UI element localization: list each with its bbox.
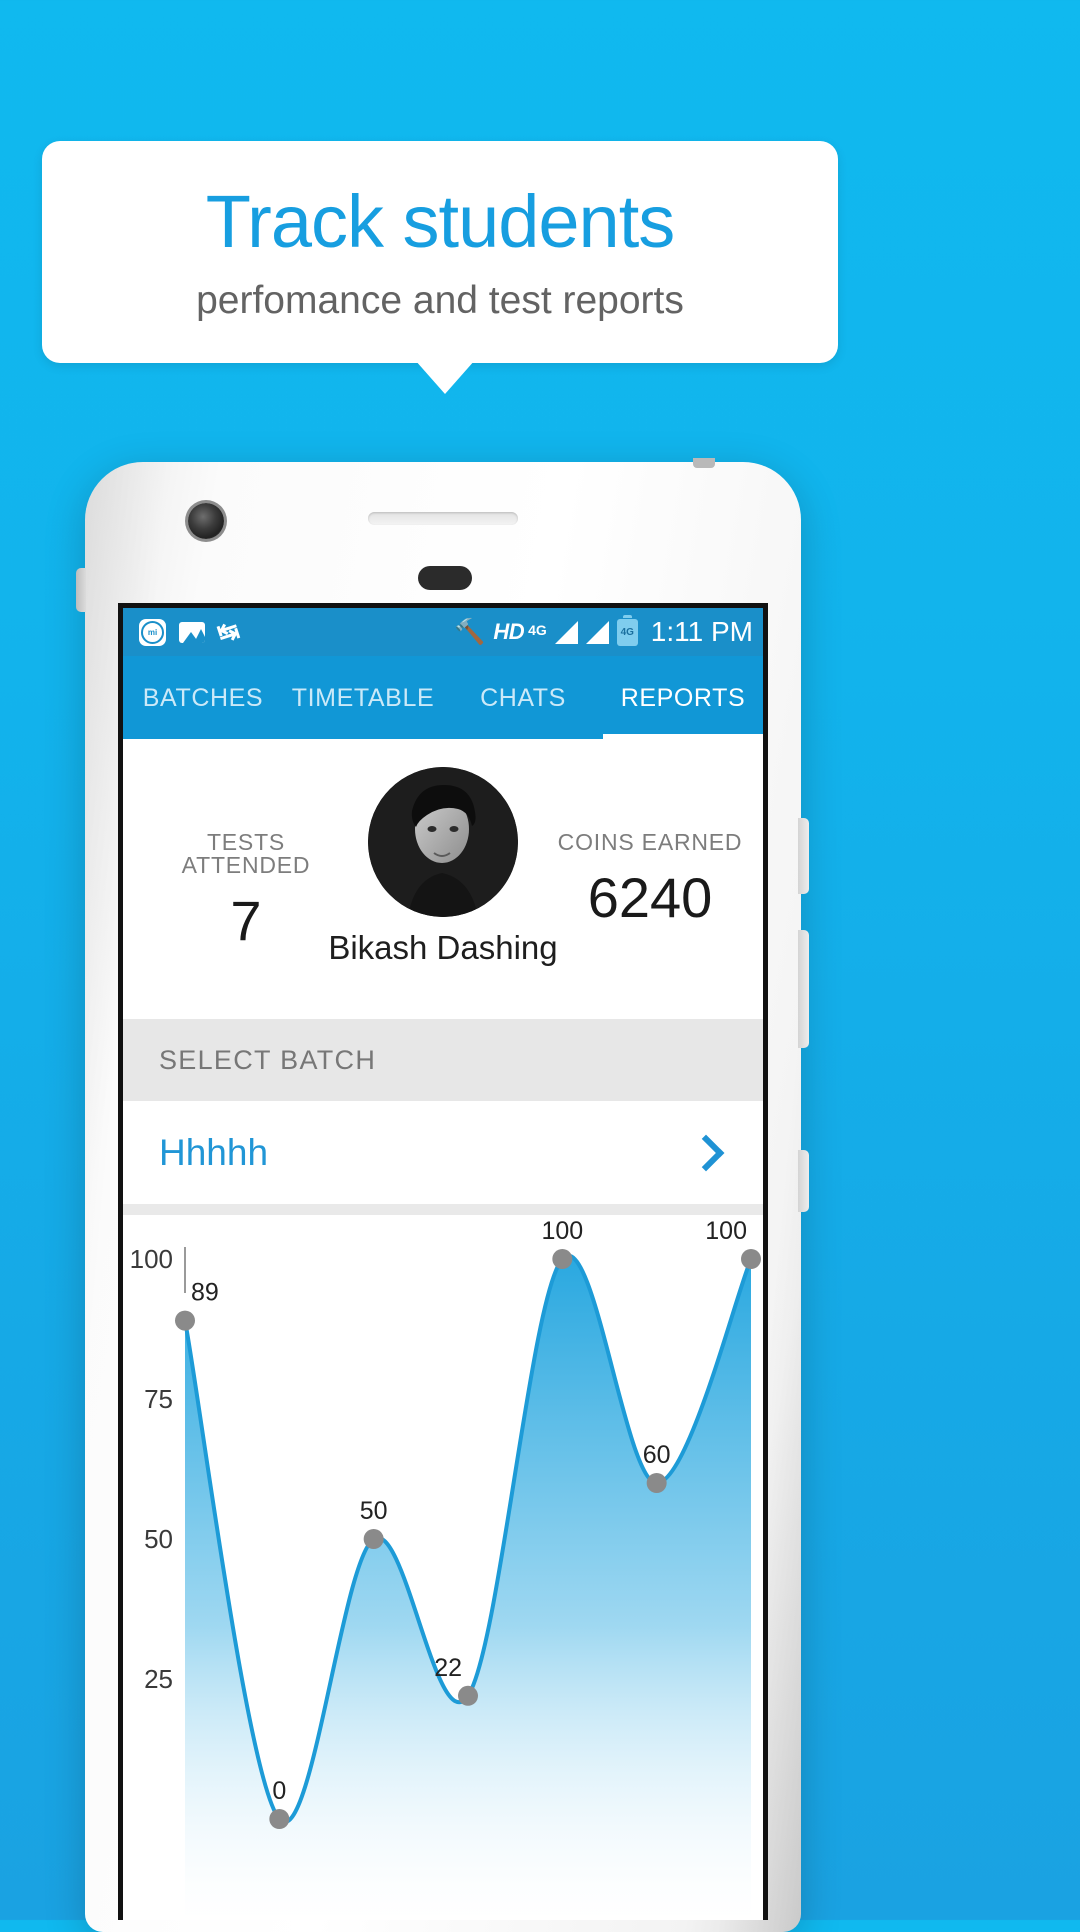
coins-earned-stat: COINS EARNED 6240 — [545, 831, 755, 926]
tab-batches[interactable]: BATCHES — [123, 684, 283, 739]
batch-selector-row[interactable]: Hhhhh — [123, 1101, 763, 1204]
chart-data-point[interactable] — [552, 1249, 573, 1269]
chart-data-point[interactable] — [175, 1310, 195, 1331]
chart-data-point[interactable] — [646, 1473, 667, 1493]
y-axis-tick-label: 100 — [130, 1244, 173, 1274]
chart-point-label: 100 — [705, 1217, 747, 1245]
volume-down-button[interactable] — [798, 930, 809, 1048]
chart-data-point[interactable] — [741, 1249, 761, 1269]
y-axis-tick-label: 50 — [144, 1524, 173, 1554]
chart-point-label: 50 — [360, 1497, 388, 1525]
tab-reports[interactable]: REPORTS — [603, 684, 763, 739]
tab-bar: BATCHES TIMETABLE CHATS REPORTS — [123, 656, 763, 739]
chart-point-label: 89 — [191, 1279, 219, 1307]
user-name: Bikash Dashing — [328, 929, 558, 966]
earpiece-speaker — [368, 512, 518, 525]
mi-app-icon: mi — [139, 618, 166, 646]
chart-point-label: 0 — [272, 1777, 286, 1805]
phone-screen: mi ↹ 🔨 HD 4G 4G 1:11 PM BATCHES TIMETABL… — [118, 603, 768, 1920]
signal-bars-sim2-icon — [585, 620, 609, 644]
promo-subtitle: perfomance and test reports — [196, 278, 684, 322]
chevron-right-icon[interactable] — [687, 1134, 725, 1171]
power-button[interactable] — [798, 1150, 809, 1212]
network-4g-icon: 4G — [528, 622, 547, 638]
tab-chats[interactable]: CHATS — [443, 684, 603, 739]
y-axis-tick-label: 75 — [144, 1384, 173, 1414]
bluetooth-icon: 🔨 — [454, 617, 486, 646]
tests-attended-label: TESTS ATTENDED — [181, 829, 311, 878]
chart-point-label: 100 — [541, 1217, 583, 1245]
signal-bars-sim1-icon — [554, 620, 578, 644]
promo-callout-bubble: Track students perfomance and test repor… — [42, 141, 838, 363]
chart-point-label: 60 — [643, 1441, 671, 1469]
left-side-tray — [76, 568, 86, 612]
volume-up-button[interactable] — [798, 818, 809, 894]
performance-chart: 100 75 50 25 89 0 50 22 100 60 100 — [123, 1215, 763, 1920]
performance-chart-svg: 100 75 50 25 89 0 50 22 100 60 100 — [130, 1217, 761, 1915]
status-bar-right-icons: 🔨 HD 4G 4G 1:11 PM — [454, 614, 753, 648]
tab-timetable[interactable]: TIMETABLE — [283, 684, 443, 739]
status-bar-left-icons: mi ↹ — [139, 614, 454, 649]
battery-icon: 4G — [616, 614, 638, 646]
gallery-icon — [179, 621, 205, 643]
sync-disabled-icon: ↹ — [214, 614, 243, 649]
y-axis-tick-label: 25 — [144, 1664, 173, 1694]
promo-bubble-tail — [415, 360, 475, 394]
profile-header: TESTS ATTENDED 7 COINS EARNED 6240 Bikas… — [123, 739, 763, 1019]
chart-data-point[interactable] — [458, 1685, 478, 1706]
chart-data-point[interactable] — [363, 1529, 384, 1549]
avatar-portrait-image — [368, 767, 518, 917]
coins-earned-value: 6240 — [587, 866, 713, 929]
phone-antenna-band — [693, 458, 715, 468]
select-batch-label: SELECT BATCH — [159, 1044, 377, 1075]
section-divider — [123, 1204, 763, 1215]
promo-title: Track students — [205, 179, 676, 263]
chart-data-point[interactable] — [269, 1809, 290, 1829]
chart-point-label: 22 — [434, 1654, 462, 1682]
status-bar-clock: 1:11 PM — [650, 616, 753, 647]
front-camera-icon — [188, 503, 224, 539]
selected-batch-name: Hhhhh — [159, 1131, 269, 1173]
select-batch-header: SELECT BATCH — [123, 1019, 763, 1101]
coins-earned-label: COINS EARNED — [557, 829, 743, 855]
avatar — [368, 767, 518, 917]
status-bar: mi ↹ 🔨 HD 4G 4G 1:11 PM — [123, 608, 763, 656]
mi-app-label: mi — [141, 620, 164, 644]
hd-voice-icon: HD — [493, 619, 525, 644]
proximity-sensor — [418, 566, 472, 590]
